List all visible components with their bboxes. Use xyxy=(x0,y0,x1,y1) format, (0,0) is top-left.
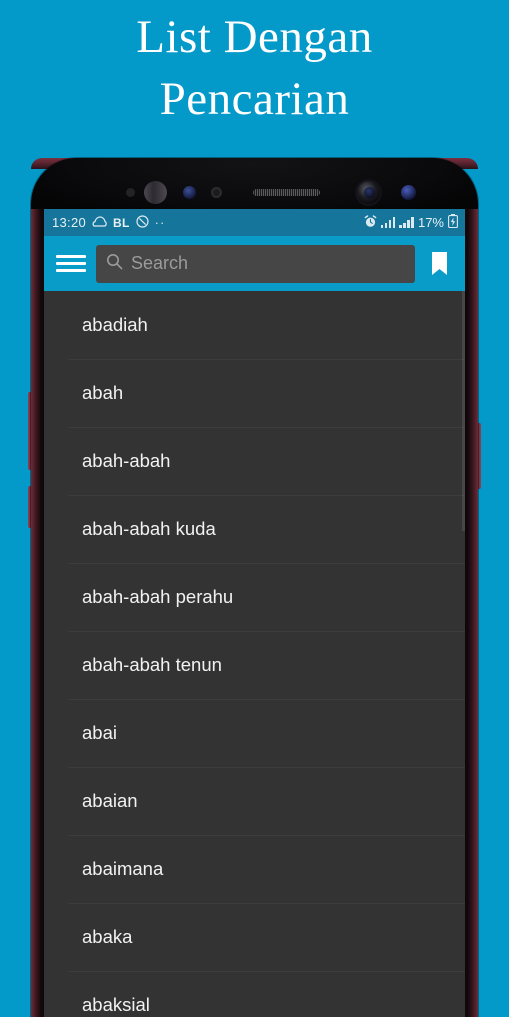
word-list[interactable]: abadiah abah abah-abah abah-abah kuda ab… xyxy=(44,291,465,1017)
proximity-sensor-icon xyxy=(126,188,135,197)
phone-screen: 13:20 BL ·· 17% Search abadiah abah abah… xyxy=(44,209,465,1017)
phone-device: 13:20 BL ·· 17% Search abadiah abah abah… xyxy=(31,158,478,1017)
list-item-label: abaian xyxy=(82,790,138,811)
status-bar: 13:20 BL ·· 17% xyxy=(44,209,465,236)
shield-icon xyxy=(136,214,149,231)
iris-scanner-icon xyxy=(144,181,167,204)
search-input[interactable]: Search xyxy=(96,244,415,283)
list-item-label: abah-abah perahu xyxy=(82,586,234,607)
secondary-camera-icon xyxy=(401,185,416,200)
list-item[interactable]: abah-abah tenun xyxy=(44,631,465,699)
scrollbar[interactable] xyxy=(462,291,465,531)
battery-percent: 17% xyxy=(417,215,444,230)
signal-bars-icon-2 xyxy=(399,217,414,228)
list-item[interactable]: abai xyxy=(44,699,465,767)
battery-charging-icon xyxy=(448,214,458,231)
list-item-label: abah-abah xyxy=(82,450,171,471)
banner-title-line2: Pencarian xyxy=(159,73,350,125)
status-overflow-dots: ·· xyxy=(154,215,166,230)
search-icon xyxy=(106,253,123,275)
list-item[interactable]: abaka xyxy=(44,903,465,971)
list-item-label: abah-abah tenun xyxy=(82,654,222,675)
phone-top-bezel xyxy=(31,158,478,209)
list-item[interactable]: abah-abah xyxy=(44,427,465,495)
banner-title-line1: List Dengan xyxy=(136,11,373,63)
banner-title: List Dengan Pencarian xyxy=(0,0,509,150)
list-item-label: abaksial xyxy=(82,994,150,1015)
list-item[interactable]: abaian xyxy=(44,767,465,835)
light-sensor-icon xyxy=(183,186,196,199)
search-placeholder: Search xyxy=(131,253,189,273)
list-item[interactable]: abah-abah kuda xyxy=(44,495,465,563)
list-item[interactable]: abaimana xyxy=(44,835,465,903)
app-bar: Search xyxy=(44,236,465,291)
alarm-clock-icon xyxy=(364,214,377,231)
list-item-label: abaka xyxy=(82,926,133,947)
cloud-icon xyxy=(92,215,107,230)
hamburger-menu-icon[interactable] xyxy=(56,249,86,279)
earpiece-speaker xyxy=(253,189,320,196)
signal-bars-icon xyxy=(380,217,396,228)
list-item[interactable]: abadiah xyxy=(44,291,465,359)
led-indicator-icon xyxy=(211,187,222,198)
list-item-label: abai xyxy=(82,722,117,743)
list-item-label: abah xyxy=(82,382,124,403)
status-clock: 13:20 xyxy=(52,215,87,230)
list-item[interactable]: abah-abah perahu xyxy=(44,563,465,631)
list-item-label: abaimana xyxy=(82,858,164,879)
bookmark-icon[interactable] xyxy=(425,249,453,279)
list-item[interactable]: abah xyxy=(44,359,465,427)
status-bl-label: BL xyxy=(113,215,130,230)
list-item[interactable]: abaksial xyxy=(44,971,465,1017)
front-camera-icon xyxy=(355,179,382,206)
list-item-label: abadiah xyxy=(82,314,148,335)
list-item-label: abah-abah kuda xyxy=(82,518,216,539)
